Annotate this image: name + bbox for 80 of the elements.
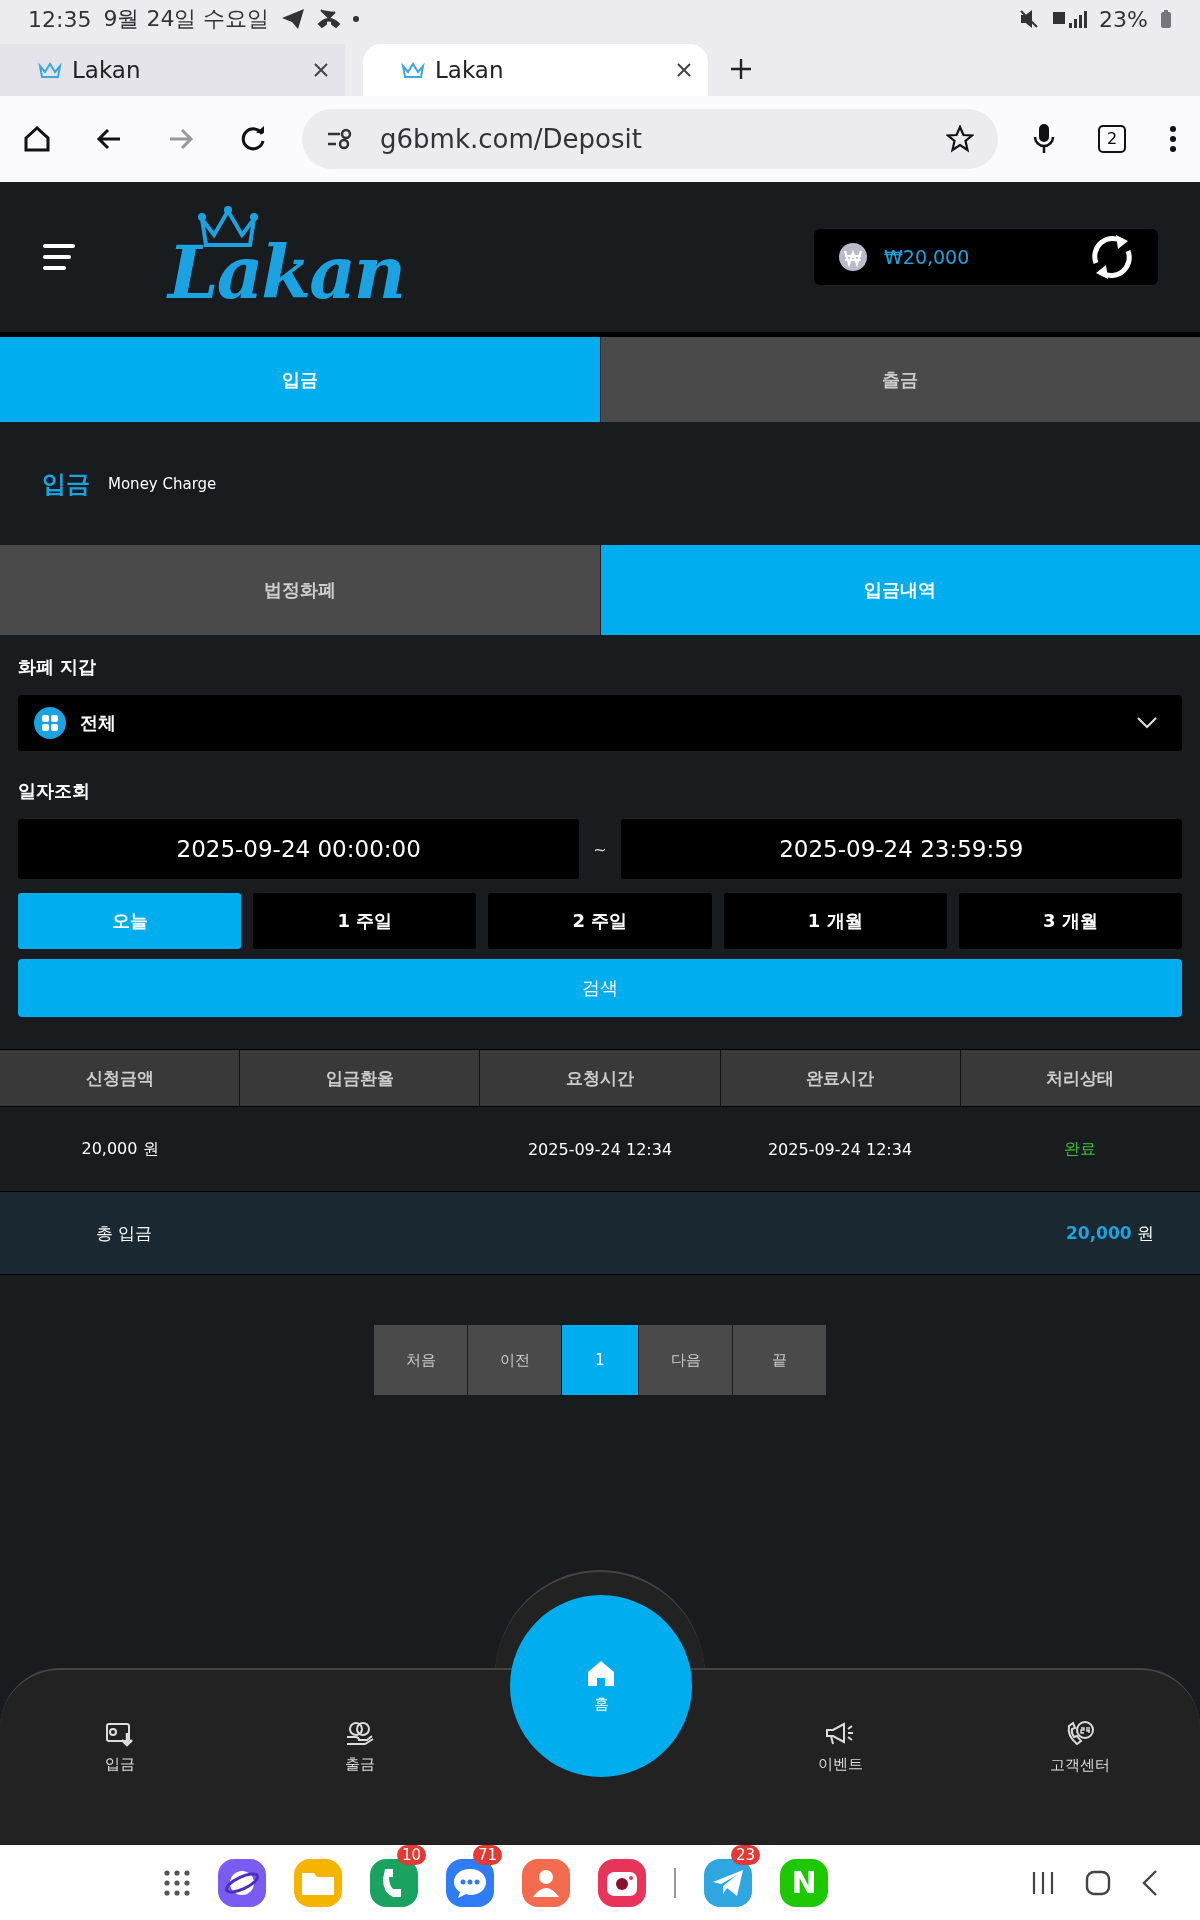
tab-title: Lakan — [435, 57, 505, 83]
microphone-icon[interactable] — [1032, 123, 1056, 155]
column-header: 처리상태 — [959, 1050, 1200, 1106]
url-text: g6bmk.com/Deposit — [380, 124, 643, 154]
grid-icon — [34, 707, 66, 739]
mute-icon — [1019, 9, 1040, 29]
home-nav-icon[interactable] — [1084, 1868, 1112, 1897]
megaphone-icon — [824, 1721, 856, 1747]
sub-tab[interactable]: 법정화폐 — [0, 545, 600, 635]
app-icon[interactable] — [370, 1858, 418, 1907]
new-tab-icon[interactable] — [730, 58, 752, 80]
menu-icon[interactable] — [42, 242, 76, 272]
home-icon — [587, 1658, 615, 1687]
table-cell: 20,000 원 — [81, 1138, 159, 1160]
chevron-down-icon — [1136, 716, 1158, 730]
site-settings-icon[interactable] — [326, 128, 354, 150]
column-header: 완료시간 — [719, 1050, 960, 1106]
browser-tab[interactable]: Lakan — [0, 44, 345, 96]
back-nav-icon[interactable] — [1140, 1868, 1160, 1897]
home-icon[interactable] — [22, 124, 52, 154]
signal-icon — [1051, 9, 1088, 29]
balance-amount: ₩20,000 — [884, 246, 970, 268]
paper-plane-icon — [711, 1867, 745, 1898]
total-amount: 20,000 원 — [1066, 1221, 1154, 1245]
period-button[interactable]: 1 주일 — [253, 893, 477, 949]
nav-item[interactable]: 이벤트 — [720, 1721, 960, 1794]
close-icon[interactable] — [313, 62, 329, 78]
column-header: 요청시간 — [479, 1050, 720, 1106]
send-icon — [281, 8, 306, 30]
won-coin-icon — [838, 242, 868, 272]
address-bar[interactable]: g6bmk.com/Deposit — [302, 109, 998, 169]
table-cell: 2025-09-24 12:34 — [527, 1139, 673, 1159]
page-button[interactable]: 처음 — [374, 1325, 467, 1395]
range-separator: ~ — [593, 839, 607, 859]
status-text: 완료 — [1064, 1138, 1096, 1160]
status-date: 9월 24일 수요일 — [103, 5, 270, 33]
crown-icon — [401, 61, 425, 79]
page-button[interactable]: 이전 — [468, 1325, 561, 1395]
wallet-dropdown[interactable]: 전체 — [18, 695, 1182, 751]
table-cell: 2025-09-24 12:34 — [767, 1139, 913, 1159]
section-subtitle: Money Charge — [108, 474, 217, 493]
battery-icon — [1160, 9, 1172, 29]
app-icon[interactable] — [218, 1858, 266, 1907]
crown-icon — [38, 61, 62, 79]
end-date-field[interactable]: 2025-09-24 23:59:59 — [620, 819, 1182, 879]
nav-item[interactable]: 고객센터 — [960, 1720, 1200, 1795]
period-button[interactable]: 1 개월 — [723, 893, 947, 949]
period-button[interactable]: 2 주일 — [488, 893, 712, 949]
app-icon[interactable] — [446, 1858, 494, 1907]
app-icon[interactable] — [704, 1858, 752, 1907]
wallet-download-icon — [105, 1721, 135, 1747]
more-icon[interactable] — [1168, 125, 1178, 153]
missed-call-icon — [317, 8, 342, 30]
start-date-field[interactable]: 2025-09-24 00:00:00 — [18, 819, 580, 879]
page-button[interactable]: 끝 — [733, 1325, 826, 1395]
tab-title: Lakan — [72, 57, 142, 83]
nav-item[interactable]: 입금 — [0, 1721, 240, 1794]
deposit-tab[interactable]: 출금 — [599, 337, 1200, 422]
app-drawer-icon[interactable] — [164, 1869, 190, 1896]
column-header: 입금환율 — [239, 1050, 480, 1106]
status-time: 12:35 — [28, 6, 92, 32]
app-icon[interactable] — [598, 1858, 646, 1907]
nav-item[interactable]: 출금 — [240, 1721, 480, 1794]
battery-level: 23% — [1099, 6, 1148, 32]
page-button[interactable]: 다음 — [639, 1325, 732, 1395]
section-title: 입금 — [42, 468, 90, 500]
browser-tab[interactable]: Lakan — [363, 44, 708, 96]
field-label: 화폐 지갑 — [18, 655, 98, 679]
total-label: 총 입금 — [96, 1221, 153, 1245]
tab-count-button[interactable]: 2 — [1098, 125, 1126, 153]
coins-hand-icon — [345, 1721, 375, 1747]
column-header: 신청금액 — [84, 1066, 155, 1090]
chat-bubble-icon — [452, 1866, 488, 1899]
period-button[interactable]: 3 개월 — [958, 893, 1182, 949]
field-label: 일자조회 — [18, 779, 91, 803]
star-icon[interactable] — [946, 125, 974, 153]
recent-apps-icon[interactable] — [1030, 1869, 1056, 1896]
close-icon[interactable] — [676, 62, 692, 78]
notification-dot — [353, 16, 360, 22]
site-logo[interactable]: Lakan — [168, 205, 405, 309]
